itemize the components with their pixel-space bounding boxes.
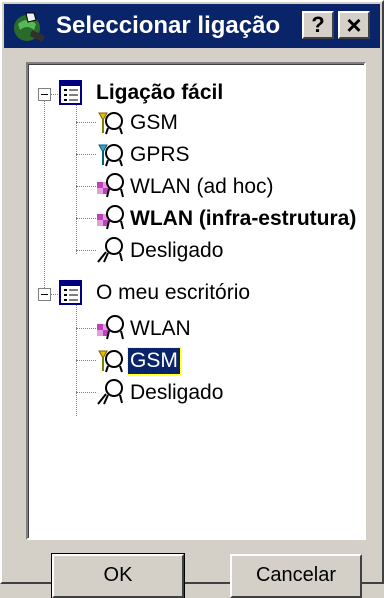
wlan-connection-icon — [97, 315, 124, 340]
close-button[interactable]: × — [338, 11, 370, 39]
tree-item-label[interactable]: WLAN (infra-estrutura) — [128, 206, 358, 232]
cancel-button[interactable]: Cancelar — [230, 554, 362, 598]
title-bar[interactable]: Seleccionar ligação ? × — [4, 4, 380, 48]
gprs-connection-icon — [98, 144, 123, 167]
profile-list-icon — [59, 280, 82, 305]
tree-connector-line — [76, 104, 77, 254]
tree-connector-line — [76, 218, 96, 219]
tree-connector-line — [76, 360, 96, 361]
tree-connector-line — [76, 122, 96, 123]
tree-item-label[interactable]: GPRS — [128, 142, 192, 168]
gsm-connection-icon — [98, 112, 123, 135]
profile-list-icon — [59, 80, 82, 105]
tree-item-label[interactable]: WLAN (ad hoc) — [128, 174, 276, 200]
collapse-toggle-icon[interactable] — [38, 288, 51, 301]
tree-connector-line — [44, 100, 45, 294]
tree-item-label[interactable]: Desligado — [128, 380, 225, 406]
wlan-connection-icon — [97, 205, 124, 230]
tree-item-label[interactable]: Desligado — [128, 238, 225, 264]
tree-item-label-selected[interactable]: GSM — [127, 347, 181, 375]
tree-group-label[interactable]: O meu escritório — [94, 280, 252, 306]
network-app-icon — [14, 12, 45, 42]
disconnected-icon — [97, 379, 123, 405]
tree-connector-line — [76, 186, 96, 187]
tree-item-label[interactable]: GSM — [128, 110, 180, 136]
tree-connector-line — [76, 392, 96, 393]
connection-tree[interactable]: Ligação fácil GSM GPRS WLAN (ad hoc) WLA… — [26, 62, 366, 540]
tree-connector-line — [76, 328, 96, 329]
tree-group-label[interactable]: Ligação fácil — [94, 80, 225, 106]
tree-connector-line — [76, 250, 96, 251]
wlan-connection-icon — [97, 173, 124, 198]
tree-connector-line — [76, 154, 96, 155]
gsm-connection-icon — [98, 350, 123, 373]
collapse-toggle-icon[interactable] — [38, 88, 51, 101]
dialog-title: Seleccionar ligação — [56, 12, 281, 39]
dialog-window: Seleccionar ligação ? × Ligação fácil GS… — [0, 0, 384, 598]
disconnected-icon — [97, 237, 123, 263]
tree-item-label[interactable]: WLAN — [128, 316, 193, 342]
help-button[interactable]: ? — [302, 11, 334, 39]
ok-button[interactable]: OK — [51, 553, 185, 598]
